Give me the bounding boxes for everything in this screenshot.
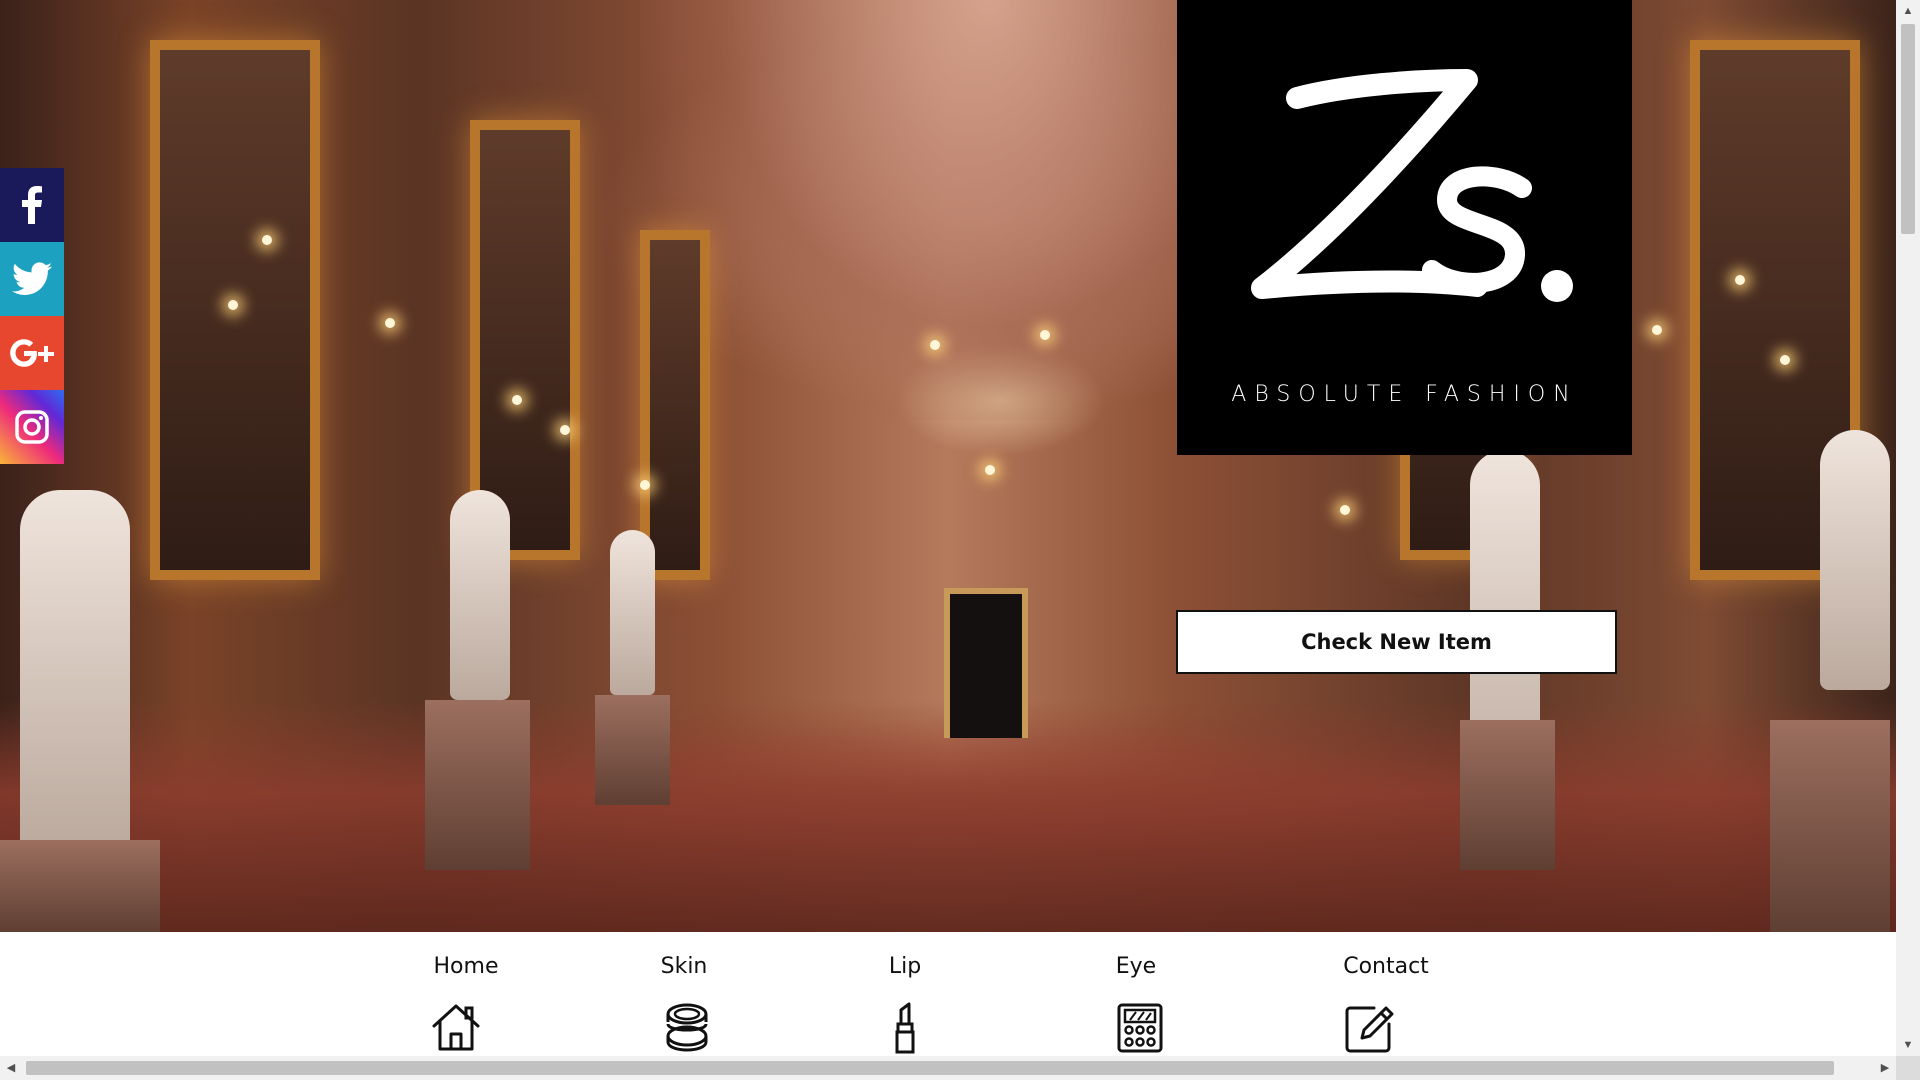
edit-icon [1345, 1006, 1394, 1053]
hero-doorway [944, 588, 1028, 738]
social-share-bar [0, 168, 64, 464]
facebook-share-button[interactable] [0, 168, 64, 242]
hero-candle-light [385, 318, 395, 328]
scroll-up-arrow-icon[interactable]: ▲ [1896, 0, 1920, 22]
hero-candle-light [512, 395, 522, 405]
hero-candle-light [1780, 355, 1790, 365]
scroll-down-arrow-icon[interactable]: ▼ [1896, 1034, 1920, 1056]
hero-pedestal [0, 840, 160, 932]
hero-candle-light [930, 340, 940, 350]
scroll-left-arrow-icon[interactable]: ◀ [0, 1056, 22, 1080]
nav-item-label: Eye [1115, 954, 1157, 979]
lipstick-icon [895, 1002, 915, 1054]
hero-statue [450, 490, 510, 700]
hero-statue [1820, 430, 1890, 690]
nav-item-label: Lip [888, 954, 922, 979]
twitter-share-button[interactable] [0, 242, 64, 316]
eyeshadow-palette-icon [1117, 1003, 1163, 1053]
check-new-item-button[interactable]: Check New Item [1176, 610, 1617, 674]
hero-candle-light [1040, 330, 1050, 340]
main-nav: Home Skin Lip Eye Contact [0, 932, 1896, 1056]
instagram-share-button[interactable] [0, 390, 64, 464]
nav-item-contact[interactable]: Contact [1296, 932, 1476, 1056]
google-plus-icon [10, 339, 54, 367]
vertical-scrollbar[interactable]: ▲ ▼ [1896, 0, 1920, 1056]
hero-candle-light [228, 300, 238, 310]
hero-candle-light [985, 465, 995, 475]
brand-logo[interactable]: ABSOLUTE FASHION [1177, 0, 1632, 455]
hero-candle-light [1735, 275, 1745, 285]
hero-candle-light [640, 480, 650, 490]
hero-pedestal [1770, 720, 1890, 932]
hero-statue [610, 530, 655, 695]
hero-candle-light [1652, 325, 1662, 335]
nav-item-home[interactable]: Home [376, 932, 556, 1056]
brand-tagline: ABSOLUTE FASHION [1231, 382, 1578, 407]
hero-candle-light [262, 235, 272, 245]
scroll-right-arrow-icon[interactable]: ▶ [1874, 1056, 1896, 1080]
house-icon [432, 1004, 480, 1051]
instagram-icon [15, 410, 49, 444]
scrollbar-corner [1896, 1056, 1920, 1080]
hero-statue [20, 490, 130, 850]
hero-mirror [640, 230, 710, 580]
hero-candle-light [560, 425, 570, 435]
nav-item-eye[interactable]: Eye [1046, 932, 1226, 1056]
facebook-icon [22, 186, 42, 224]
horizontal-scroll-thumb[interactable] [26, 1061, 1834, 1075]
hero-candle-light [1340, 505, 1350, 515]
hero-mirror [150, 40, 320, 580]
nav-item-label: Contact [1343, 954, 1429, 979]
brand-logo-mark [1251, 69, 1573, 302]
page: ABSOLUTE FASHION Check New Item Home Ski… [0, 0, 1920, 1080]
hero-pedestal [425, 700, 530, 870]
twitter-icon [12, 262, 52, 295]
vertical-scroll-thumb[interactable] [1901, 24, 1915, 234]
nav-item-label: Skin [660, 954, 708, 979]
nav-item-skin[interactable]: Skin [594, 932, 774, 1056]
hero-pedestal [1460, 720, 1555, 870]
nav-item-lip[interactable]: Lip [815, 932, 995, 1056]
horizontal-scrollbar[interactable]: ◀ ▶ [0, 1056, 1896, 1080]
nav-item-label: Home [433, 954, 499, 979]
compact-powder-icon [666, 1003, 708, 1052]
hero-pedestal [595, 695, 670, 805]
google-plus-share-button[interactable] [0, 316, 64, 390]
